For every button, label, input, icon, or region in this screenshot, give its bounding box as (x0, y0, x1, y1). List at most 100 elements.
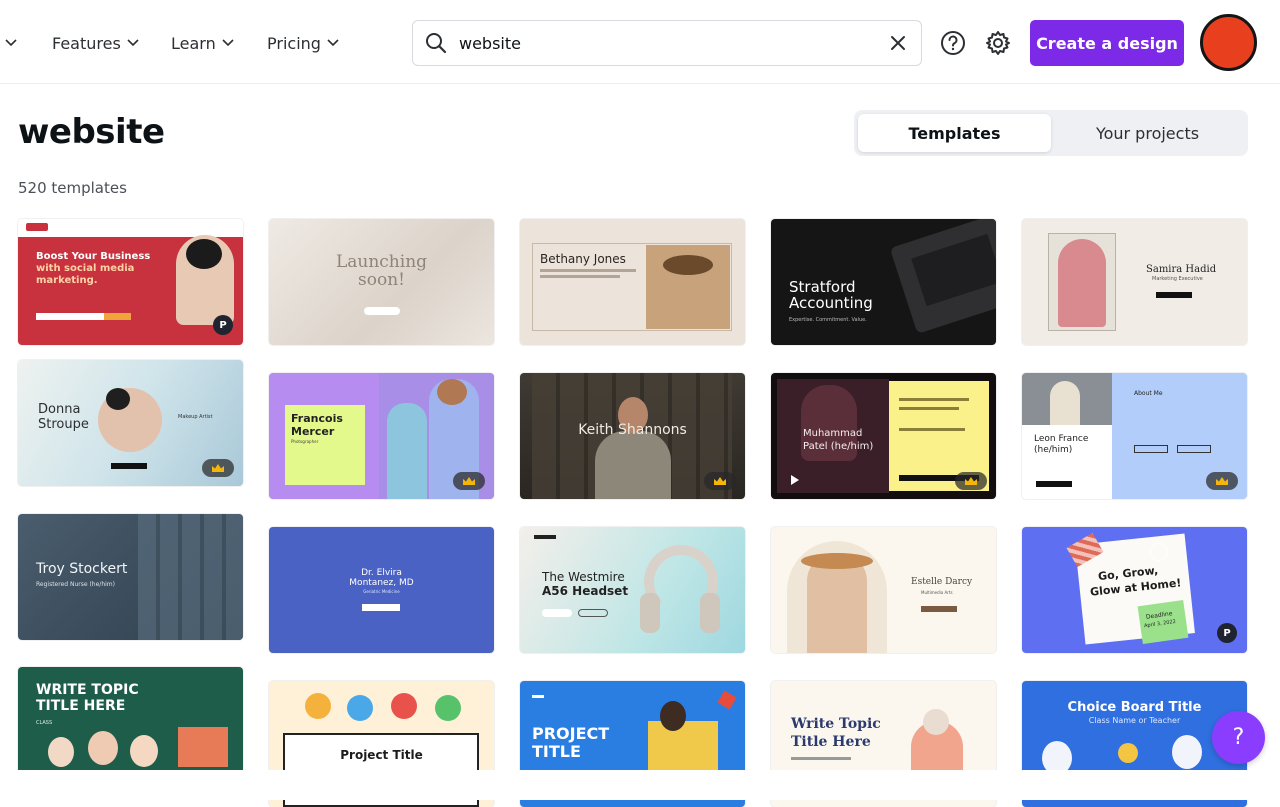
card-title: Keith Shannons (578, 422, 687, 438)
help-circle-icon[interactable] (939, 28, 967, 58)
card-subtitle: Class Name or Teacher (1088, 716, 1181, 725)
crown-icon (1206, 472, 1238, 490)
card-title: Donna (38, 402, 81, 417)
template-card[interactable]: Launching soon! (269, 219, 494, 345)
card-title: Samira Hadid (1146, 264, 1217, 275)
card-subtitle: CLASS (36, 720, 53, 726)
cta-button (921, 606, 957, 612)
card-title: A56 Headset (542, 584, 629, 598)
template-card[interactable]: Francois Mercer Photographer (269, 373, 494, 499)
template-card[interactable]: Leon France (he/him) About Me (1022, 373, 1247, 499)
chevron-down-icon (222, 39, 234, 47)
template-card[interactable]: Donna Stroupe Makeup Artist (18, 360, 243, 486)
outline-button (578, 609, 608, 617)
nav-learn-label: Learn (171, 33, 216, 53)
card-title: Project Title (340, 748, 423, 762)
text-line (540, 269, 636, 272)
template-card[interactable]: The Westmire A56 Headset (520, 527, 745, 653)
question-icon: ? (1232, 725, 1245, 750)
cta-button (362, 604, 400, 611)
help-fab-button[interactable]: ? (1212, 711, 1265, 764)
illustration-person (391, 693, 417, 719)
tab-templates[interactable]: Templates (858, 114, 1051, 152)
astronaut-illustration (1172, 735, 1202, 769)
search-bar[interactable] (412, 20, 922, 66)
signup-button (104, 313, 131, 320)
logo-mark (534, 535, 556, 539)
template-card[interactable]: Stratford Accounting Expertise. Commitme… (771, 219, 996, 345)
chevron-down-icon (327, 39, 339, 47)
card-title: Mercer (291, 425, 335, 438)
card-title: Montanez, MD (349, 578, 414, 588)
outline-button (1177, 445, 1211, 453)
template-card[interactable]: Go, Grow, Glow at Home! Deadline April 3… (1022, 527, 1247, 653)
nav-pricing[interactable]: Pricing (267, 30, 339, 56)
template-card[interactable]: Boost Your Business with social media ma… (18, 219, 243, 345)
earcup (640, 593, 660, 633)
template-card[interactable]: Estelle Darcy Multimedia Arts (771, 527, 996, 653)
dash-mark (532, 695, 544, 698)
card-title: TITLE (532, 742, 581, 761)
card-subtitle: Geriatric Medicine (363, 589, 400, 594)
template-card[interactable]: Keith Shannons (520, 373, 745, 499)
illustration-face (88, 731, 118, 765)
crown-icon (202, 459, 234, 477)
card-title: PROJECT (532, 724, 610, 743)
template-card[interactable]: Samira Hadid Marketing Executive (1022, 219, 1247, 345)
template-count: 520 templates (18, 179, 127, 197)
chevron-down-icon[interactable] (4, 34, 18, 52)
nav-learn[interactable]: Learn (171, 30, 234, 56)
card-title: Troy Stockert (36, 561, 128, 577)
cta-button (111, 463, 147, 469)
card-title: Title Here (791, 734, 871, 750)
smiley-icon (1150, 543, 1168, 561)
head (437, 379, 467, 405)
illustration-person (435, 695, 461, 721)
card-title: The Westmire (542, 570, 625, 584)
search-icon (413, 20, 459, 66)
hospital-bg (138, 514, 243, 640)
avatar[interactable] (1200, 14, 1257, 71)
card-subtitle: About Me (1134, 390, 1163, 397)
card-title: Leon France (1034, 434, 1089, 444)
clear-search-icon[interactable] (875, 20, 921, 66)
card-title: Muhammad (803, 428, 863, 439)
tab-your-projects[interactable]: Your projects (1051, 114, 1244, 152)
person-photo (1058, 239, 1106, 327)
text-line (899, 398, 969, 401)
template-card[interactable]: Troy Stockert Registered Nurse (he/him) (18, 514, 243, 640)
card-title: soon! (358, 270, 405, 290)
illustration-person (347, 695, 373, 721)
card-subtitle: Marketing Executive (1152, 276, 1203, 282)
nav-features-label: Features (52, 33, 121, 53)
card-title: Write Topic (791, 716, 881, 732)
illustration-face (48, 737, 74, 767)
card-title: with social media (36, 263, 135, 274)
notify-button (364, 307, 400, 315)
crown-icon (955, 472, 987, 490)
card-subtitle: Expertise. Commitment. Value. (789, 317, 867, 323)
template-card[interactable]: Dr. Elvira Montanez, MD Geriatric Medici… (269, 527, 494, 653)
card-title: Launching (335, 252, 428, 272)
template-card[interactable]: Muhammad Patel (he/him) (771, 373, 996, 499)
card-title: (he/him) (1034, 445, 1073, 455)
gear-icon[interactable] (984, 28, 1012, 58)
person-photo (387, 403, 427, 499)
crown-icon (453, 472, 485, 490)
card-title: Choice Board Title (1067, 700, 1202, 715)
create-design-button[interactable]: Create a design (1030, 20, 1184, 66)
card-title: Stroupe (38, 417, 89, 432)
hair (186, 239, 222, 269)
card-title: marketing. (36, 275, 98, 286)
nav-features[interactable]: Features (52, 30, 139, 56)
card-title: Bethany Jones (540, 252, 626, 266)
template-card[interactable]: Bethany Jones (520, 219, 745, 345)
search-input[interactable] (459, 28, 875, 58)
cta-button (1036, 481, 1072, 487)
illustration-person (660, 701, 686, 731)
card-title: Francois (291, 412, 343, 425)
illustration-person (305, 693, 331, 719)
view-toggle: Templates Your projects (854, 110, 1248, 156)
card-title: Estelle Darcy (911, 577, 973, 587)
paper-plane-icon (717, 690, 737, 710)
